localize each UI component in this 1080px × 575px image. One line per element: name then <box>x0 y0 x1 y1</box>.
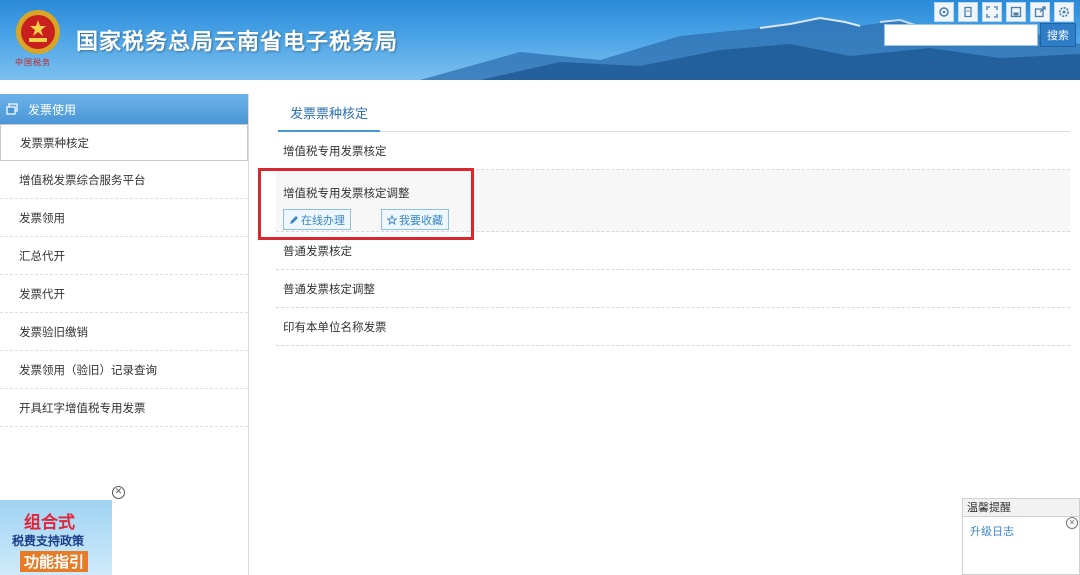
sidebar-item-label: 发票票种核定 <box>20 135 89 150</box>
fullscreen-icon[interactable] <box>982 2 1002 22</box>
search-input[interactable] <box>884 24 1038 46</box>
row-actions: 在线办理 我要收藏 <box>283 209 449 230</box>
sidebar-item-red-vat-invoice[interactable]: 开具红字增值税专用发票 <box>0 389 248 427</box>
save-icon[interactable] <box>1006 2 1026 22</box>
list-item-expanded[interactable]: 增值税专用发票核定调整 在线办理 我要收藏 <box>276 170 1070 232</box>
share-icon[interactable] <box>1030 2 1050 22</box>
toolbar <box>934 2 1074 22</box>
refresh-icon[interactable] <box>934 2 954 22</box>
sidebar-item-label: 汇总代开 <box>19 248 65 263</box>
list-item[interactable]: 普通发票核定调整 <box>276 270 1070 308</box>
list-item-label: 普通发票核定调整 <box>283 281 375 296</box>
sidebar-item-summary-issuance[interactable]: 汇总代开 <box>0 237 248 275</box>
list-item-label: 增值税专用发票核定 <box>283 143 387 158</box>
list-item[interactable]: 普通发票核定 <box>276 232 1070 270</box>
online-handle-button[interactable]: 在线办理 <box>283 209 351 230</box>
window-icon <box>6 103 18 115</box>
add-favorite-label: 我要收藏 <box>399 213 443 227</box>
emblem-caption: 中国税务 <box>15 58 51 67</box>
reminder-panel: 温馨提醒 ✕ 升级日志 <box>962 498 1080 575</box>
pencil-icon <box>290 215 298 224</box>
list-item[interactable]: 增值税专用发票核定 <box>276 132 1070 170</box>
list-item-label: 印有本单位名称发票 <box>283 319 387 334</box>
sidebar-item-invoice-cancellation[interactable]: 发票验旧缴销 <box>0 313 248 351</box>
sidebar-item-label: 开具红字增值税专用发票 <box>19 400 146 415</box>
sidebar-item-label: 发票代开 <box>19 286 65 301</box>
settings-icon[interactable] <box>1054 2 1074 22</box>
sidebar-item-label: 发票领用 <box>19 210 65 225</box>
online-handle-label: 在线办理 <box>301 213 345 227</box>
tax-emblem-icon <box>16 10 60 54</box>
promo-line-1: 组合式 <box>24 513 75 533</box>
sidebar-item-label: 增值税发票综合服务平台 <box>19 172 146 187</box>
upgrade-log-link[interactable]: 升级日志 <box>970 523 1014 539</box>
sidebar-heading-label: 发票使用 <box>28 102 77 117</box>
star-icon <box>387 214 397 225</box>
reminder-title: 温馨提醒 <box>963 499 1079 517</box>
site-header: 中国税务 国家税务总局云南省电子税务局 搜索 <box>0 0 1080 80</box>
tab-invoice-type-approval[interactable]: 发票票种核定 <box>278 94 380 132</box>
service-list: 增值税专用发票核定 增值税专用发票核定调整 在线办理 我要收藏 普通发票核定 普… <box>276 132 1070 346</box>
list-item-label: 普通发票核定 <box>283 243 352 258</box>
sidebar-item-collection-records[interactable]: 发票领用（验旧）记录查询 <box>0 351 248 389</box>
promo-line-2: 税费支持政策 <box>12 534 85 548</box>
bookmark-icon[interactable] <box>958 2 978 22</box>
list-item-label: 增值税专用发票核定调整 <box>283 186 410 200</box>
site-title: 国家税务总局云南省电子税务局 <box>76 30 399 55</box>
sidebar-item-label: 发票领用（验旧）记录查询 <box>19 362 157 377</box>
add-favorite-button[interactable]: 我要收藏 <box>381 209 449 230</box>
close-icon[interactable]: ✕ <box>1066 517 1078 529</box>
close-icon[interactable]: ✕ <box>112 486 125 499</box>
promo-banner[interactable]: 组合式 税费支持政策 功能指引 <box>0 500 112 575</box>
sidebar-item-label: 发票验旧缴销 <box>19 324 88 339</box>
sidebar-heading[interactable]: 发票使用 <box>0 94 248 124</box>
promo-line-3: 功能指引 <box>20 551 89 572</box>
search-button[interactable]: 搜索 <box>1040 23 1076 47</box>
list-item[interactable]: 印有本单位名称发票 <box>276 308 1070 346</box>
sidebar-item-vat-service-platform[interactable]: 增值税发票综合服务平台 <box>0 161 248 199</box>
tab-bar: 发票票种核定 <box>278 94 1070 132</box>
sidebar-item-invoice-issuance[interactable]: 发票代开 <box>0 275 248 313</box>
sidebar-item-invoice-collection[interactable]: 发票领用 <box>0 199 248 237</box>
sidebar-item-invoice-type-approval[interactable]: 发票票种核定 <box>0 124 248 161</box>
